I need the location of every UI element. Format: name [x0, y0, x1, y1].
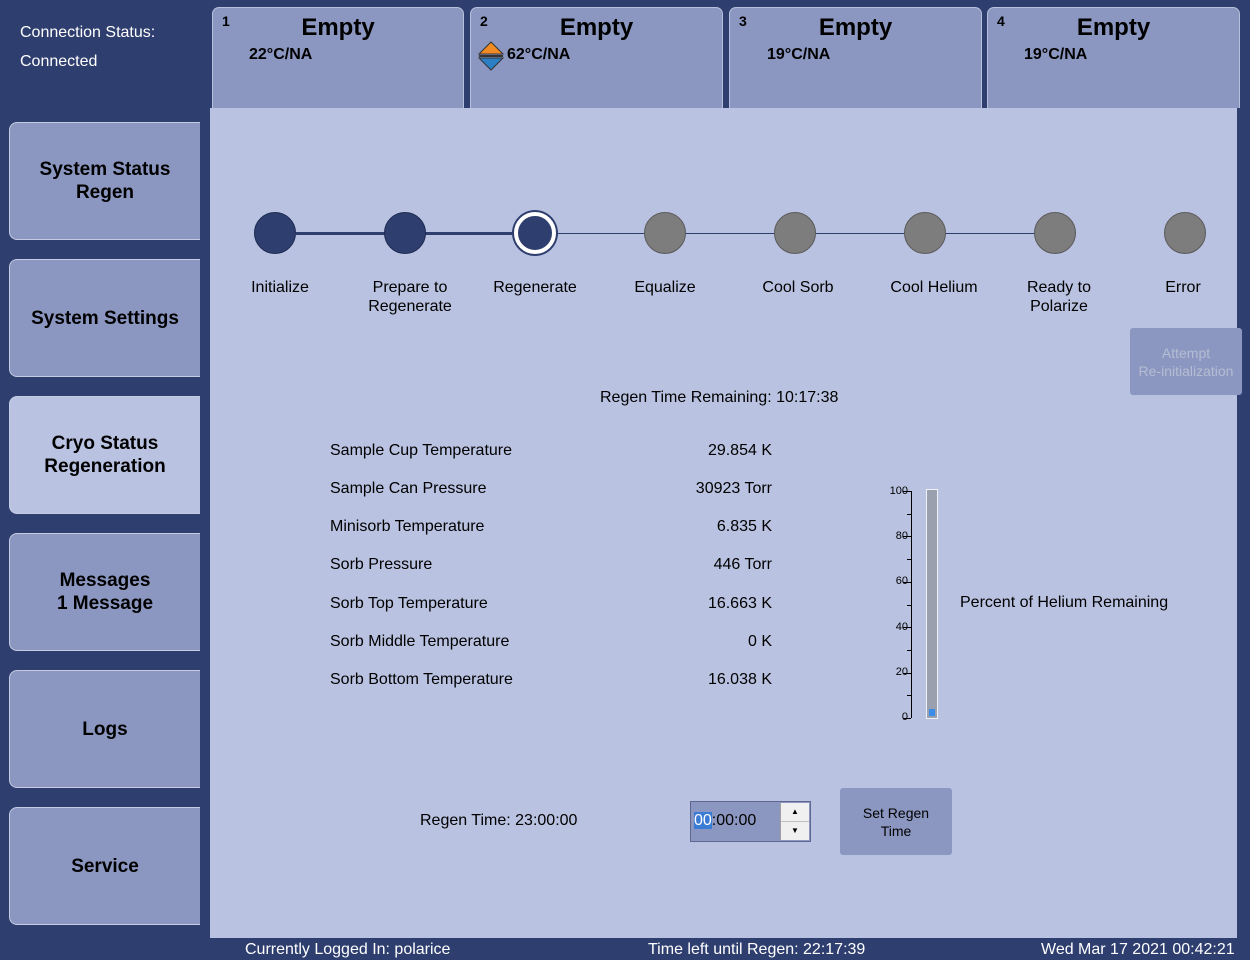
reading-row: Sample Cup Temperature 29.854 K	[330, 442, 772, 459]
connection-status-label: Connection Status:	[20, 24, 156, 41]
helium-gauge-label: Percent of Helium Remaining	[960, 594, 1169, 611]
reading-row: Sorb Middle Temperature 0 K	[330, 633, 772, 650]
gauge-axis	[911, 491, 912, 718]
step-label-cool-sorb: Cool Sorb	[762, 279, 834, 296]
nav-service[interactable]: Service	[9, 807, 200, 925]
slot-2-tab[interactable]: 2 Empty 62°C/NA	[470, 7, 723, 108]
gauge-tick	[903, 582, 911, 583]
spinbox-buttons: ▲ ▼	[780, 803, 809, 840]
step-label-error: Error	[1165, 279, 1201, 296]
nav-system-status[interactable]: System Status Regen	[9, 122, 200, 240]
reading-row: Sorb Pressure 446 Torr	[330, 556, 772, 573]
slot-title: Empty	[1076, 14, 1151, 41]
regen-time-remaining: Regen Time Remaining: 10:17:38	[600, 389, 839, 406]
gauge-tick	[907, 605, 911, 606]
main-panel: Initialize Prepare to Regenerate Regenera…	[210, 108, 1242, 938]
slot-temperature: 19°C/NA	[1024, 46, 1088, 63]
gauge-tick	[907, 514, 911, 515]
step-cool-sorb-indicator	[774, 212, 816, 254]
regen-time-rest: :00:00	[711, 812, 757, 829]
nav-label: Logs	[82, 718, 128, 740]
helium-gauge-fill	[929, 709, 935, 716]
step-cool-helium-indicator	[904, 212, 946, 254]
gauge-tick	[907, 559, 911, 560]
step-equalize-indicator	[644, 212, 686, 254]
gauge-tick	[903, 536, 911, 537]
step-label-cool-helium: Cool Helium	[890, 279, 978, 296]
step-initialize-indicator	[254, 212, 296, 254]
current-datetime: Wed Mar 17 2021 00:42:21	[1041, 941, 1235, 958]
slot-title: Empty	[818, 14, 893, 41]
nav-label: Messages	[59, 570, 151, 591]
step-error-indicator	[1164, 212, 1206, 254]
attempt-reinitialization-button[interactable]: Attempt Re-initialization	[1130, 328, 1242, 395]
nav-sublabel: Regeneration	[44, 456, 166, 477]
gauge-tick-label: 60	[895, 575, 908, 587]
time-left-until-regen: Time left until Regen: 22:17:39	[648, 941, 866, 958]
spin-up-icon[interactable]: ▲	[781, 803, 809, 822]
step-label-regenerate: Regenerate	[493, 279, 577, 296]
slot-temperature: 19°C/NA	[767, 46, 831, 63]
step-regenerate-indicator	[514, 212, 556, 254]
slot-temperature: 22°C/NA	[249, 46, 313, 63]
nav-system-settings[interactable]: System Settings	[9, 259, 200, 377]
slot-temperature: 62°C/NA	[507, 46, 571, 63]
gauge-tick-label: 20	[895, 666, 908, 678]
connection-status-value: Connected	[20, 53, 98, 70]
reading-row: Sorb Top Temperature 16.663 K	[330, 595, 772, 612]
reading-row: Sorb Bottom Temperature 16.038 K	[330, 671, 772, 688]
regen-time-hours-selected: 00	[694, 812, 712, 829]
step-label-ready: Ready to Polarize	[1026, 279, 1092, 315]
step-label-equalize: Equalize	[634, 279, 696, 296]
gauge-tick-label: 0	[901, 711, 908, 723]
heating-indicator-icon	[477, 41, 505, 71]
spin-down-icon[interactable]: ▼	[781, 822, 809, 840]
step-prepare-indicator	[384, 212, 426, 254]
gauge-tick	[903, 491, 911, 492]
nav-messages[interactable]: Messages 1 Message	[9, 533, 200, 651]
gauge-tick	[907, 650, 911, 651]
nav-sublabel: 1 Message	[56, 593, 154, 614]
step-ready-indicator	[1034, 212, 1076, 254]
slot-4-tab[interactable]: 4 Empty 19°C/NA	[987, 7, 1240, 108]
logged-in-user: Currently Logged In: polarice	[245, 941, 451, 958]
regen-time-label: Regen Time: 23:00:00	[420, 812, 578, 829]
nav-label: System Settings	[31, 307, 179, 329]
regen-time-spinbox[interactable]: 00:00:00 ▲ ▼	[690, 801, 811, 842]
nav-sublabel: Regen	[75, 182, 135, 203]
helium-gauge	[926, 489, 938, 719]
set-regen-time-button[interactable]: Set Regen Time	[840, 788, 952, 855]
gauge-tick	[903, 627, 911, 628]
slot-title: Empty	[559, 14, 634, 41]
slot-3-tab[interactable]: 3 Empty 19°C/NA	[729, 7, 982, 108]
nav-label: Service	[71, 855, 139, 877]
reading-row: Minisorb Temperature 6.835 K	[330, 518, 772, 535]
reading-row: Sample Can Pressure 30923 Torr	[330, 480, 772, 497]
nav-label: System Status	[39, 159, 171, 180]
nav-logs[interactable]: Logs	[9, 670, 200, 788]
connection-status: Connection Status: Connected	[20, 18, 200, 76]
nav-cryo-status[interactable]: Cryo Status Regeneration	[9, 396, 200, 514]
regen-time-input[interactable]: 00:00:00	[694, 812, 756, 830]
step-label-initialize: Initialize	[251, 279, 309, 296]
gauge-tick	[907, 695, 911, 696]
nav-label: Cryo Status	[51, 433, 159, 454]
slot-1-tab[interactable]: 1 Empty 22°C/NA	[212, 7, 464, 108]
gauge-tick	[903, 718, 911, 719]
gauge-tick	[903, 673, 911, 674]
step-label-prepare: Prepare to Regenerate	[368, 279, 452, 315]
progress-line-pending	[556, 233, 1076, 234]
slot-title: Empty	[301, 14, 375, 41]
